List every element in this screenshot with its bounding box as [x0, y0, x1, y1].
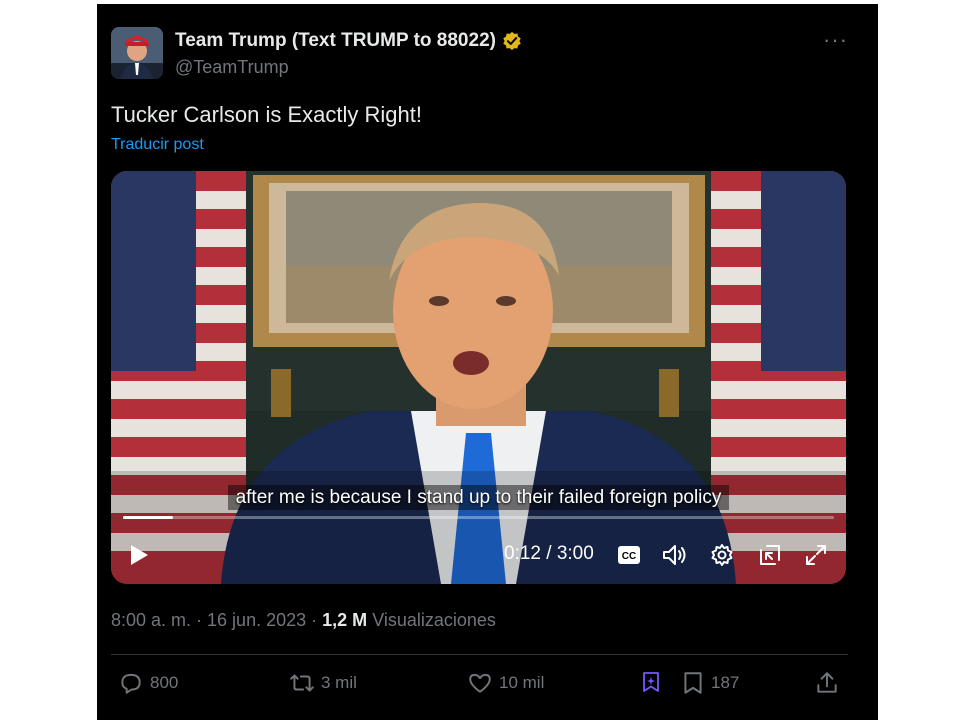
- pip-icon[interactable]: [757, 541, 783, 569]
- author-handle[interactable]: @TeamTrump: [175, 57, 289, 78]
- post-card: Team Trump (Text TRUMP to 88022) @TeamTr…: [97, 4, 878, 720]
- action-bar: 800 3 mil 10 mil 187: [111, 670, 846, 700]
- video-time: 0:12 / 3:00: [504, 543, 594, 564]
- bookmark-button[interactable]: 187: [681, 670, 739, 696]
- cc-icon[interactable]: CC: [617, 541, 641, 569]
- settings-icon[interactable]: [709, 541, 735, 569]
- play-icon[interactable]: [125, 541, 153, 569]
- reply-icon: [118, 670, 144, 696]
- grok-icon: [640, 670, 662, 694]
- like-count: 10 mil: [499, 673, 545, 692]
- post-meta: 8:00 a. m. · 16 jun. 2023 · 1,2 M Visual…: [111, 610, 496, 631]
- video-frame: [111, 171, 846, 584]
- fullscreen-icon[interactable]: [803, 541, 829, 569]
- repost-button[interactable]: 3 mil: [289, 670, 357, 696]
- video-progress-fill: [123, 516, 173, 519]
- reply-button[interactable]: 800: [118, 670, 178, 696]
- repost-icon: [289, 670, 315, 696]
- author-row: Team Trump (Text TRUMP to 88022): [175, 30, 522, 52]
- more-icon[interactable]: ···: [823, 29, 848, 51]
- author-name[interactable]: Team Trump (Text TRUMP to 88022): [175, 30, 496, 52]
- share-icon: [814, 670, 840, 696]
- avatar[interactable]: [111, 27, 163, 79]
- views-count: 1,2 M: [322, 610, 368, 630]
- video-progress-bar[interactable]: [123, 516, 834, 519]
- grok-button[interactable]: [640, 670, 662, 694]
- bookmark-icon: [681, 670, 705, 696]
- like-icon: [467, 670, 493, 696]
- video-player[interactable]: after me is because I stand up to their …: [111, 171, 846, 584]
- svg-text:CC: CC: [622, 551, 636, 562]
- post-timestamp[interactable]: 8:00 a. m. · 16 jun. 2023 ·: [111, 610, 317, 630]
- divider: [111, 654, 848, 655]
- video-caption: after me is because I stand up to their …: [111, 485, 846, 510]
- reply-count: 800: [150, 673, 179, 692]
- views-label: Visualizaciones: [372, 610, 496, 630]
- verified-badge-icon[interactable]: [502, 31, 522, 51]
- bookmark-count: 187: [711, 673, 740, 692]
- video-caption-text: after me is because I stand up to their …: [227, 485, 730, 510]
- share-button[interactable]: [814, 670, 840, 696]
- like-button[interactable]: 10 mil: [467, 670, 544, 696]
- post-text: Tucker Carlson is Exactly Right!: [111, 102, 422, 127]
- translate-post-link[interactable]: Traducir post: [111, 136, 204, 154]
- repost-count: 3 mil: [321, 673, 357, 692]
- volume-icon[interactable]: [661, 541, 689, 569]
